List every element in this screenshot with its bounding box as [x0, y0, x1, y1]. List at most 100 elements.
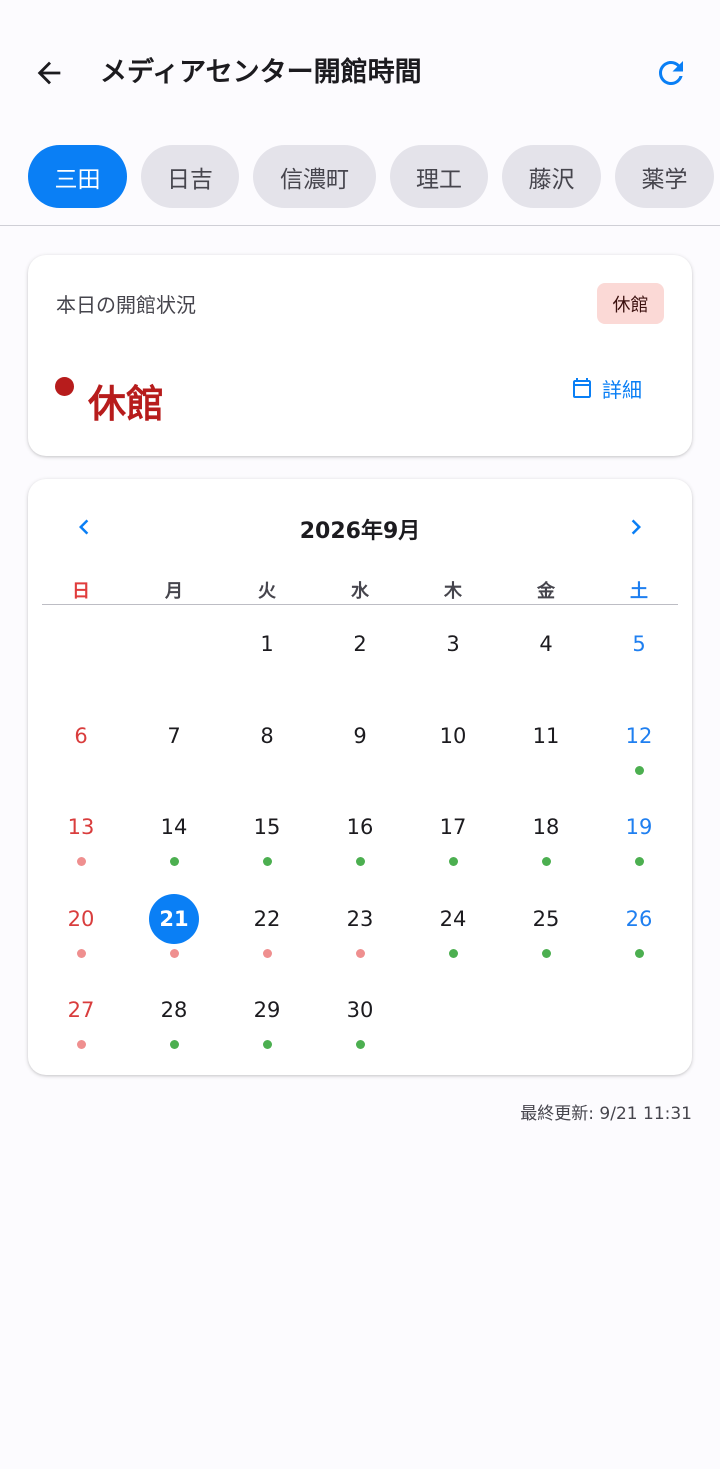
calendar-day-number: 11 [532, 723, 560, 748]
calendar-day-23[interactable]: 23 [314, 894, 406, 974]
calendar-day-number: 28 [160, 998, 188, 1022]
refresh-button[interactable] [648, 50, 694, 96]
calendar-day-7[interactable]: 7 [128, 711, 220, 791]
open-day-dot [356, 1040, 365, 1049]
open-day-dot [263, 857, 272, 866]
calendar-day-number: 18 [532, 815, 560, 839]
weekday-thu: 木 [444, 581, 462, 602]
calendar-day-21[interactable]: 21 [128, 893, 220, 974]
calendar-day-number: 10 [439, 723, 467, 748]
calendar-day-19[interactable]: 19 [593, 802, 685, 882]
closed-day-dot [77, 1040, 86, 1049]
calendar-day-number: 25 [532, 906, 560, 931]
campus-chip-rikou[interactable]: 理工 [390, 145, 488, 208]
refresh-icon [659, 61, 683, 85]
calendar-day-number: 27 [67, 998, 95, 1022]
calendar-day-number: 17 [439, 815, 467, 839]
calendar-day-number: 22 [253, 906, 281, 931]
open-day-dot [263, 1040, 272, 1049]
open-day-dot [542, 948, 551, 958]
detail-button-label: 詳細 [602, 377, 642, 402]
status-text: 休館 [88, 382, 165, 426]
status-indicator-dot [55, 377, 74, 396]
calendar-day-20[interactable]: 20 [35, 894, 127, 974]
calendar-day-15[interactable]: 15 [221, 802, 313, 882]
weekday-tue: 火 [258, 581, 276, 602]
calendar-icon [573, 378, 591, 398]
arrow-left-icon [37, 61, 61, 85]
calendar-day-number: 14 [160, 815, 188, 839]
detail-button[interactable]: 詳細 [564, 369, 648, 407]
calendar-day-18[interactable]: 18 [500, 802, 592, 882]
open-day-dot [170, 1040, 179, 1049]
calendar-day-number: 1 [260, 632, 274, 656]
campus-chip-hiyoshi[interactable]: 日吉 [141, 145, 239, 208]
calendar-day-number: 13 [67, 815, 95, 839]
calendar-day-24[interactable]: 24 [407, 894, 499, 974]
calendar-day-5[interactable]: 5 [593, 619, 685, 699]
closed-day-dot [263, 948, 272, 958]
calendar-day-25[interactable]: 25 [500, 894, 592, 974]
page-title: メディアセンター開館時間 [100, 57, 422, 88]
status-badge: 休館 [597, 283, 664, 324]
next-month-button[interactable] [616, 507, 656, 547]
calendar-day-number: 9 [353, 723, 367, 748]
calendar-day-number: 23 [346, 906, 374, 931]
weekday-divider [42, 604, 678, 605]
calendar-day-13[interactable]: 13 [35, 802, 127, 882]
calendar-card: 2026年9月 日 月 火 水 木 金 土 1 2 3 4 5 6 7 8 9 10 11 12 13 1… [28, 479, 692, 1075]
calendar-day-27[interactable]: 27 [35, 985, 127, 1065]
calendar-day-30[interactable]: 30 [314, 985, 406, 1065]
weekday-header: 日 月 火 水 木 金 土 [35, 577, 685, 605]
calendar-day-number: 7 [167, 723, 181, 748]
calendar-day-14[interactable]: 14 [128, 802, 220, 882]
calendar-day-2[interactable]: 2 [314, 619, 406, 699]
calendar-day-1[interactable]: 1 [221, 619, 313, 699]
campus-chip-shinanomachi[interactable]: 信濃町 [253, 145, 376, 208]
campus-chip-mita[interactable]: 三田 [28, 145, 127, 208]
weekday-mon: 月 [165, 581, 183, 602]
calendar-day-number: 12 [625, 723, 653, 748]
open-day-dot [542, 857, 551, 866]
open-day-dot [635, 765, 644, 775]
calendar-day-26[interactable]: 26 [593, 894, 685, 974]
calendar-day-16[interactable]: 16 [314, 802, 406, 882]
weekday-sat: 土 [630, 581, 648, 602]
campus-chip-yakugaku[interactable]: 薬学 [615, 145, 714, 208]
header-divider [0, 225, 720, 226]
calendar-day-number: 26 [625, 906, 653, 931]
calendar-day-6[interactable]: 6 [35, 711, 127, 791]
calendar-day-9[interactable]: 9 [314, 711, 406, 791]
calendar-day-12[interactable]: 12 [593, 711, 685, 791]
open-day-dot [449, 948, 458, 958]
today-status-label: 本日の開館状況 [56, 293, 196, 317]
calendar-day-number: 16 [346, 815, 374, 839]
calendar-day-17[interactable]: 17 [407, 802, 499, 882]
closed-day-dot [170, 948, 179, 958]
open-day-dot [449, 857, 458, 866]
weekday-fri: 金 [537, 581, 555, 602]
campus-chip-fujisawa[interactable]: 藤沢 [502, 145, 601, 208]
calendar-day-number: 30 [346, 998, 374, 1022]
last-updated-text: 最終更新: 9/21 11:31 [520, 1104, 692, 1124]
calendar-day-number: 6 [74, 723, 88, 748]
calendar-day-4[interactable]: 4 [500, 619, 592, 699]
calendar-day-number: 29 [253, 998, 281, 1022]
calendar-day-number: 2 [353, 632, 367, 656]
calendar-day-11[interactable]: 11 [500, 711, 592, 791]
calendar-day-28[interactable]: 28 [128, 985, 220, 1065]
back-button[interactable] [26, 50, 72, 96]
weekday-sun: 日 [72, 581, 90, 602]
chevron-right-icon [631, 519, 641, 535]
closed-day-dot [77, 857, 86, 866]
calendar-day-number: 8 [260, 723, 274, 748]
calendar-day-8[interactable]: 8 [221, 711, 313, 791]
calendar-day-3[interactable]: 3 [407, 619, 499, 699]
open-day-dot [635, 948, 644, 958]
calendar-day-10[interactable]: 10 [407, 711, 499, 791]
calendar-day-22[interactable]: 22 [221, 894, 313, 974]
calendar-day-number: 5 [632, 632, 646, 656]
today-status-card: 本日の開館状況 休館 休館 詳細 [28, 255, 692, 456]
calendar-day-29[interactable]: 29 [221, 985, 313, 1065]
calendar-day-number: 19 [625, 815, 653, 839]
